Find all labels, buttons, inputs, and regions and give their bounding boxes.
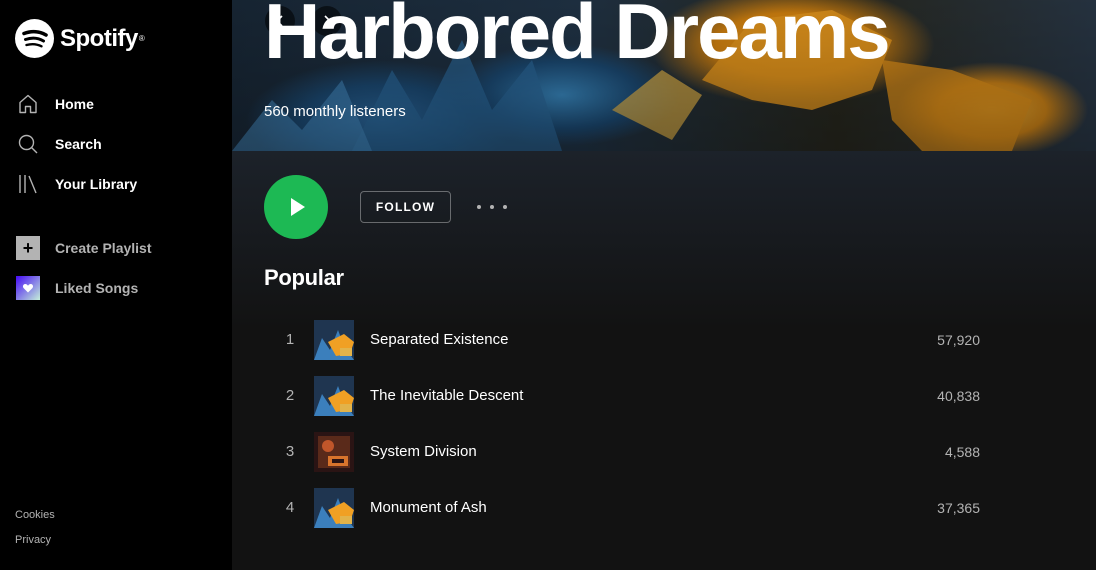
track-play-count: 37,365 (937, 500, 980, 516)
track-play-count: 57,920 (937, 332, 980, 348)
search-icon (16, 132, 40, 156)
liked-songs-button[interactable]: Liked Songs (0, 268, 232, 308)
cookies-link[interactable]: Cookies (15, 509, 55, 521)
create-playlist-button[interactable]: + Create Playlist (0, 228, 232, 268)
track-title[interactable]: Monument of Ash (370, 480, 487, 536)
heart-icon (16, 276, 40, 300)
track-row[interactable]: 3 System Division 4,588 (264, 424, 996, 480)
nav-search[interactable]: Search (0, 124, 232, 164)
play-icon (291, 198, 305, 216)
follow-button[interactable]: FOLLOW (360, 191, 451, 223)
home-icon (16, 92, 40, 116)
track-row[interactable]: 2 The Inevitable Descent 40,838 (264, 368, 996, 424)
monthly-listeners: 560 monthly listeners (264, 103, 406, 120)
spotify-logo-icon (15, 19, 54, 58)
popular-track-list: 1 Separated Existence 57,920 2 The Inevi… (264, 312, 996, 536)
nav-search-label: Search (55, 136, 102, 152)
more-options-button[interactable] (477, 197, 507, 217)
spotify-logo[interactable]: Spotify ® (15, 19, 145, 58)
spotify-wordmark: Spotify (60, 24, 138, 52)
privacy-link[interactable]: Privacy (15, 534, 51, 546)
track-title[interactable]: The Inevitable Descent (370, 368, 523, 424)
track-rank: 3 (285, 443, 295, 460)
nav-your-library[interactable]: Your Library (0, 164, 232, 204)
nav-home-label: Home (55, 96, 94, 112)
popular-heading: Popular (264, 265, 344, 290)
nav-home[interactable]: Home (0, 84, 232, 124)
track-row[interactable]: 4 Monument of Ash 37,365 (264, 480, 996, 536)
playlist-actions: + Create Playlist Liked Songs (0, 228, 232, 308)
liked-songs-label: Liked Songs (55, 280, 139, 296)
track-cover-art (314, 376, 354, 416)
track-title[interactable]: System Division (370, 424, 477, 480)
more-dot (490, 205, 494, 209)
track-row[interactable]: 1 Separated Existence 57,920 (264, 312, 996, 368)
track-cover-art (314, 488, 354, 528)
library-icon (16, 172, 40, 196)
create-playlist-label: Create Playlist (55, 240, 152, 256)
plus-icon: + (16, 236, 40, 260)
track-cover-art (314, 432, 354, 472)
play-button[interactable] (264, 175, 328, 239)
track-play-count: 40,838 (937, 388, 980, 404)
nav-your-library-label: Your Library (55, 176, 138, 192)
track-rank: 2 (285, 387, 295, 404)
more-dot (503, 205, 507, 209)
track-play-count: 4,588 (944, 444, 980, 460)
track-cover-art (314, 320, 354, 360)
sidebar: Spotify ® Home Search Your Library + Crea… (0, 0, 232, 570)
main-view[interactable]: Harbored Dreams 560 monthly listeners FO… (232, 0, 1096, 570)
main-nav: Home Search Your Library (0, 84, 232, 204)
artist-header-banner: Harbored Dreams 560 monthly listeners (232, 0, 1096, 151)
track-title[interactable]: Separated Existence (370, 312, 508, 368)
track-rank: 1 (285, 331, 295, 348)
trademark-mark: ® (138, 34, 145, 43)
more-dot (477, 205, 481, 209)
track-rank: 4 (285, 499, 295, 516)
artist-name: Harbored Dreams (264, 0, 891, 75)
